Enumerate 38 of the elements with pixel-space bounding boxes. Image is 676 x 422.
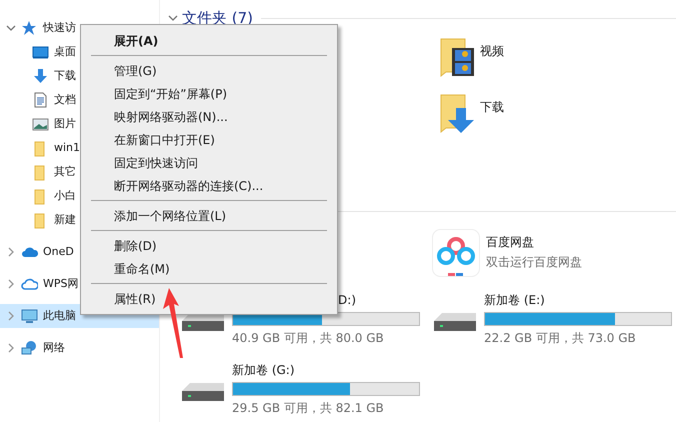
pointer-arrow [160,288,186,360]
menu-item[interactable]: 在新窗口中打开(E) [81,128,337,151]
folder-name: 视频 [480,43,504,60]
video-folder-icon[interactable] [440,38,474,78]
document-icon [32,92,49,108]
monitor-icon [32,44,49,60]
down-arrow-icon [32,68,49,84]
capacity-text: 40.9 GB 可用，共 80.0 GB [232,330,385,347]
app-name: 百度网盘 [486,234,535,251]
drive-name: 新加卷 (E:) [484,292,545,309]
folder-name: 下载 [480,99,504,116]
drive-name: 新加卷 (G:) [232,362,295,379]
app-description: 双击运行百度网盘 [486,254,582,271]
image-icon [32,116,49,132]
network-icon [21,340,38,356]
expand-chevron-icon[interactable] [6,343,16,353]
nav-item[interactable]: 网络 [0,336,159,360]
app-icon[interactable] [432,229,480,277]
menu-item[interactable]: 固定到“开始”屏幕(P) [81,82,337,105]
collapse-chevron-icon[interactable] [6,23,16,33]
menu-item[interactable]: 展开(A) [81,29,337,52]
capacity-text: 29.5 GB 可用，共 82.1 GB [232,400,385,417]
menu-item[interactable]: 管理(G) [81,59,337,82]
menu-item[interactable]: 断开网络驱动器的连接(C)... [81,174,337,197]
expand-chevron-icon[interactable] [6,247,16,257]
menu-item[interactable]: 固定到快速访问 [81,151,337,174]
expand-chevron-icon[interactable] [6,311,16,321]
download-folder-icon[interactable] [440,94,474,134]
expand-chevron-icon[interactable] [6,279,16,289]
menu-item[interactable]: 重命名(M) [81,257,337,280]
monitor-icon [21,308,38,324]
capacity-text: 22.2 GB 可用，共 73.0 GB [484,330,637,347]
star-icon [21,20,38,36]
drive-name: D:) [338,292,356,309]
menu-item[interactable]: 删除(D) [81,234,337,257]
menu-item[interactable]: 添加一个网络位置(L) [81,204,337,227]
collapse-chevron-icon[interactable] [168,13,178,23]
menu-item[interactable]: 映射网络驱动器(N)... [81,105,337,128]
